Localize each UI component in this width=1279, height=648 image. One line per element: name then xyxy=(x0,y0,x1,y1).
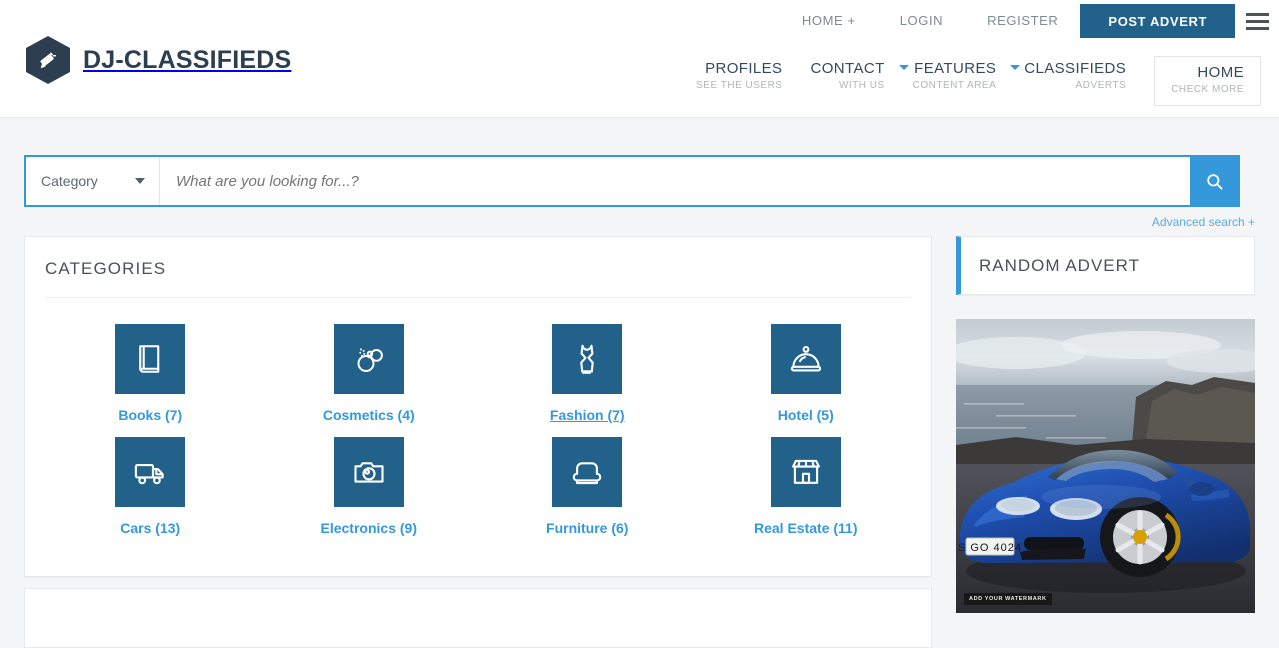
camera-icon xyxy=(333,437,404,507)
topbar-link-home[interactable]: HOME + xyxy=(780,0,878,42)
category-item-hotel[interactable]: Hotel (5) xyxy=(697,324,916,437)
search-button[interactable] xyxy=(1190,157,1238,205)
category-item-real-estate[interactable]: Real Estate (11) xyxy=(697,437,916,550)
category-label: Furniture (6) xyxy=(546,520,629,536)
page-title: CATEGORIES xyxy=(45,259,167,278)
random-advert-image[interactable]: S GO 4024 ADD YOUR WATERMARK xyxy=(956,319,1255,613)
category-label: Hotel (5) xyxy=(777,407,834,423)
top-links: HOME + LOGIN REGISTER xyxy=(780,0,1081,42)
truck-icon xyxy=(115,437,186,507)
search-input[interactable] xyxy=(160,157,1190,205)
nav-item-classifieds[interactable]: CLASSIFIEDS ADVERTS xyxy=(1010,56,1140,98)
category-item-cosmetics[interactable]: Cosmetics (4) xyxy=(260,324,479,437)
car-photo: S GO 4024 xyxy=(956,319,1255,613)
chevron-down-icon xyxy=(135,178,145,184)
category-label: Cosmetics (4) xyxy=(322,407,415,423)
nav-title: PROFILES xyxy=(705,60,783,77)
nav-subtitle: WITH US xyxy=(838,80,885,91)
right-column: RANDOM ADVERT S GO 4024 ADD YOUR WATERMA… xyxy=(956,236,1255,613)
nav-item-features[interactable]: FEATURES CONTENT AREA xyxy=(898,56,1011,98)
category-item-furniture[interactable]: Furniture (6) xyxy=(478,437,697,550)
advanced-search-link[interactable]: Advanced search + xyxy=(1152,215,1255,229)
nav-item-contact[interactable]: CONTACT WITH US xyxy=(796,56,898,98)
logo-text: DJ-CLASSIFIEDS xyxy=(83,45,292,74)
nav-item-home[interactable]: HOME CHECK MORE xyxy=(1154,56,1261,106)
main-content: CATEGORIES Books (7) Cosmetics (4) Fashi… xyxy=(24,236,1255,613)
category-item-cars[interactable]: Cars (13) xyxy=(41,437,260,550)
watermark-badge: ADD YOUR WATERMARK xyxy=(964,593,1052,605)
site-header: DJ-CLASSIFIEDS HOME + LOGIN REGISTER POS… xyxy=(0,0,1279,118)
nav-subtitle: SEE THE USERS xyxy=(696,80,783,91)
category-item-electronics[interactable]: Electronics (9) xyxy=(260,437,479,550)
nav-item-profiles[interactable]: PROFILES SEE THE USERS xyxy=(682,56,796,98)
category-label: Electronics (9) xyxy=(320,520,417,536)
left-column: CATEGORIES Books (7) Cosmetics (4) Fashi… xyxy=(24,236,932,613)
random-advert-title: RANDOM ADVERT xyxy=(979,255,1140,275)
shop-icon xyxy=(770,437,841,507)
category-select-label: Category xyxy=(41,173,98,189)
hamburger-icon[interactable] xyxy=(1235,0,1279,42)
random-advert-header: RANDOM ADVERT xyxy=(956,236,1255,295)
category-select[interactable]: Category xyxy=(26,157,160,205)
nav-title: FEATURES xyxy=(914,60,997,77)
nav-subtitle: CONTENT AREA xyxy=(912,80,997,91)
category-label: Real Estate (11) xyxy=(754,520,858,536)
categories-panel: CATEGORIES Books (7) Cosmetics (4) Fashi… xyxy=(24,236,932,577)
topbar-link-register[interactable]: REGISTER xyxy=(965,0,1080,42)
chevron-down-icon xyxy=(1010,65,1021,70)
next-section-panel xyxy=(24,588,932,648)
post-advert-button[interactable]: POST ADVERT xyxy=(1080,4,1235,38)
perfume-icon xyxy=(333,324,404,394)
megaphone-icon xyxy=(26,36,70,84)
nav-title: CONTACT xyxy=(810,60,885,77)
category-label: Fashion (7) xyxy=(549,407,625,423)
cloche-icon xyxy=(770,324,841,394)
site-logo[interactable]: DJ-CLASSIFIEDS xyxy=(26,36,291,84)
search-bar: Category xyxy=(24,155,1240,207)
nav-title: CLASSIFIEDS xyxy=(1024,60,1127,77)
armchair-icon xyxy=(552,437,623,507)
categories-panel-header: CATEGORIES xyxy=(25,237,931,279)
category-item-fashion[interactable]: Fashion (7) xyxy=(478,324,697,437)
svg-text:S GO 4024: S GO 4024 xyxy=(958,542,1022,554)
nav-title: HOME xyxy=(1197,64,1244,81)
nav-subtitle: CHECK MORE xyxy=(1171,84,1244,95)
search-icon xyxy=(1206,173,1222,189)
category-label: Books (7) xyxy=(118,407,183,423)
categories-grid: Books (7) Cosmetics (4) Fashion (7) Hote… xyxy=(25,298,931,576)
nav-subtitle: ADVERTS xyxy=(1075,80,1127,91)
book-icon xyxy=(115,324,186,394)
category-label: Cars (13) xyxy=(120,520,181,536)
main-navigation: PROFILES SEE THE USERS CONTACT WITH US F… xyxy=(682,56,1261,106)
dress-icon xyxy=(552,324,623,394)
chevron-down-icon xyxy=(898,65,909,70)
topbar-link-login[interactable]: LOGIN xyxy=(878,0,965,42)
top-utility-bar: HOME + LOGIN REGISTER POST ADVERT xyxy=(780,0,1279,42)
category-item-books[interactable]: Books (7) xyxy=(41,324,260,437)
